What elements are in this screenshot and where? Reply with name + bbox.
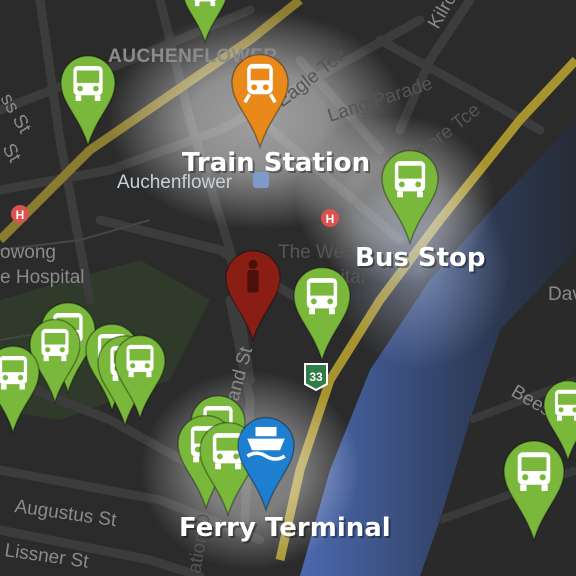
road-label: Dav (548, 284, 576, 305)
place-label: The Wes (278, 242, 354, 263)
place-label: owong (0, 242, 56, 263)
person-icon (247, 259, 259, 293)
hospital-icon[interactable]: H (321, 209, 339, 227)
route-shield: 33 (304, 363, 328, 392)
place-label: e Hospital (0, 267, 85, 288)
train-station-callout: Train Station (182, 148, 370, 178)
hospital-icon-letter: H (16, 208, 25, 222)
bus-stop-callout: Bus Stop (355, 243, 485, 273)
ferry-terminal-callout: Ferry Terminal (179, 513, 391, 543)
hospital-icon[interactable]: H (11, 205, 29, 223)
map-canvas[interactable]: AUCHENFLOWER Eagle Tce Lang Parade more … (0, 0, 576, 576)
hospital-icon-letter: H (326, 212, 335, 226)
route-shield-number: 33 (309, 370, 323, 384)
